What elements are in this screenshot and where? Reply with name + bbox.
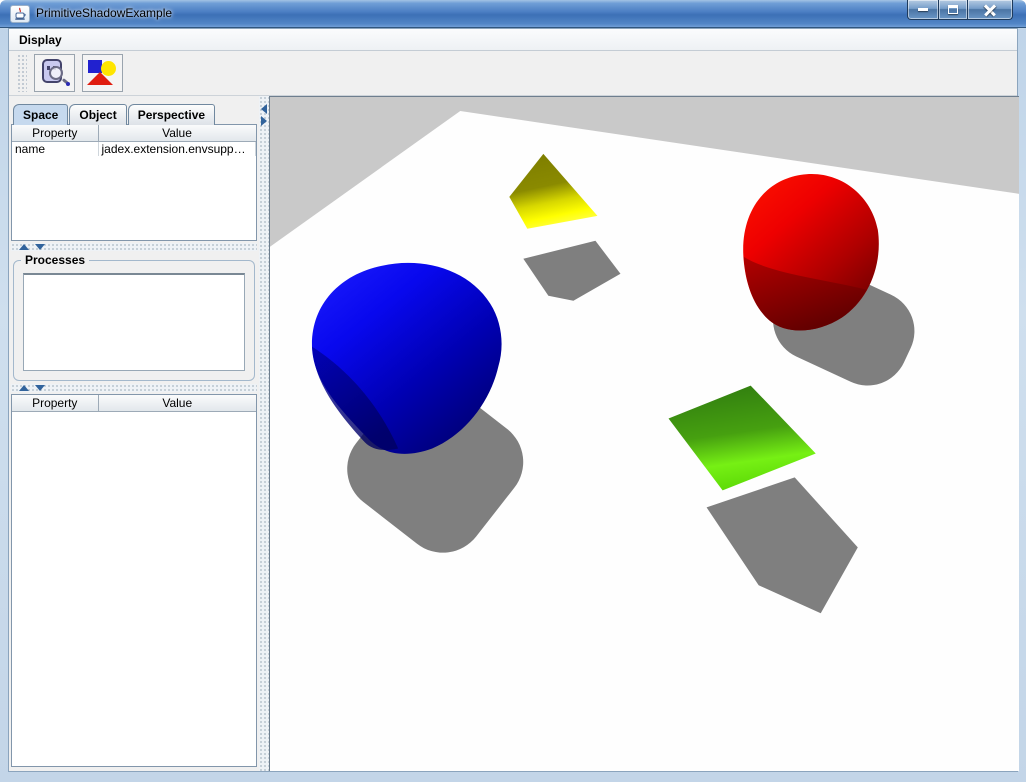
window-content: Display Space: [8, 28, 1018, 772]
column-header-value[interactable]: Value: [98, 395, 256, 411]
scene-3d-svg: [270, 97, 1019, 771]
scene-3d-canvas[interactable]: [269, 96, 1019, 771]
horizontal-splitter-1[interactable]: [11, 243, 257, 251]
main-area: Space Object Perspective Property: [9, 96, 1017, 771]
app-window: PrimitiveShadowExample Display: [0, 0, 1026, 782]
processes-panel: Processes: [13, 253, 255, 381]
tab-space[interactable]: Space: [13, 104, 68, 125]
column-header-property[interactable]: Property: [12, 125, 98, 141]
property-value-cell[interactable]: jadex.extension.envsuppor...: [98, 141, 256, 156]
collapse-right-icon[interactable]: [261, 116, 267, 126]
display-options-button[interactable]: [82, 54, 123, 92]
inspect-object-button[interactable]: [34, 54, 75, 92]
collapse-left-icon[interactable]: [261, 104, 267, 114]
toolbar-drag-handle[interactable]: [17, 54, 27, 92]
menu-bar: Display: [9, 29, 1017, 51]
close-button[interactable]: [967, 0, 1013, 20]
collapse-up-icon[interactable]: [19, 385, 29, 391]
maximize-button[interactable]: [938, 0, 968, 20]
tab-perspective-label: Perspective: [138, 108, 205, 122]
column-header-property[interactable]: Property: [12, 395, 98, 411]
menu-display[interactable]: Display: [9, 31, 72, 49]
shapes-display-icon: [87, 58, 119, 88]
side-panel: Space Object Perspective Property: [9, 96, 259, 771]
tab-object[interactable]: Object: [69, 104, 126, 125]
java-app-icon: [10, 5, 30, 23]
column-header-value[interactable]: Value: [98, 125, 256, 141]
collapse-up-icon[interactable]: [19, 244, 29, 250]
space-properties-table[interactable]: Property Value name jadex.extension.envs…: [12, 125, 256, 156]
tab-space-label: Space: [23, 108, 58, 122]
close-icon: [984, 4, 996, 16]
space-properties-panel: Property Value name jadex.extension.envs…: [11, 124, 257, 241]
title-bar[interactable]: PrimitiveShadowExample: [0, 0, 1026, 28]
window-title: PrimitiveShadowExample: [36, 6, 172, 20]
minimize-button[interactable]: [907, 0, 939, 20]
toolbar: [9, 51, 1017, 96]
tab-perspective[interactable]: Perspective: [128, 104, 215, 125]
inspector-magnifier-icon: [40, 58, 70, 88]
vertical-splitter[interactable]: [259, 96, 269, 771]
tab-strip: Space Object Perspective: [13, 104, 216, 125]
window-controls: [908, 0, 1013, 20]
maximize-icon: [948, 5, 958, 14]
tab-object-label: Object: [79, 108, 116, 122]
detail-properties-panel: Property Value: [11, 394, 257, 767]
minimize-icon: [918, 8, 928, 11]
table-row[interactable]: name jadex.extension.envsuppor...: [12, 141, 256, 156]
collapse-down-icon[interactable]: [35, 244, 45, 250]
detail-properties-table[interactable]: Property Value: [12, 395, 256, 412]
horizontal-splitter-2[interactable]: [11, 384, 257, 392]
processes-list[interactable]: [23, 273, 245, 371]
processes-title: Processes: [21, 253, 89, 267]
collapse-down-icon[interactable]: [35, 385, 45, 391]
property-name-cell[interactable]: name: [12, 141, 98, 156]
